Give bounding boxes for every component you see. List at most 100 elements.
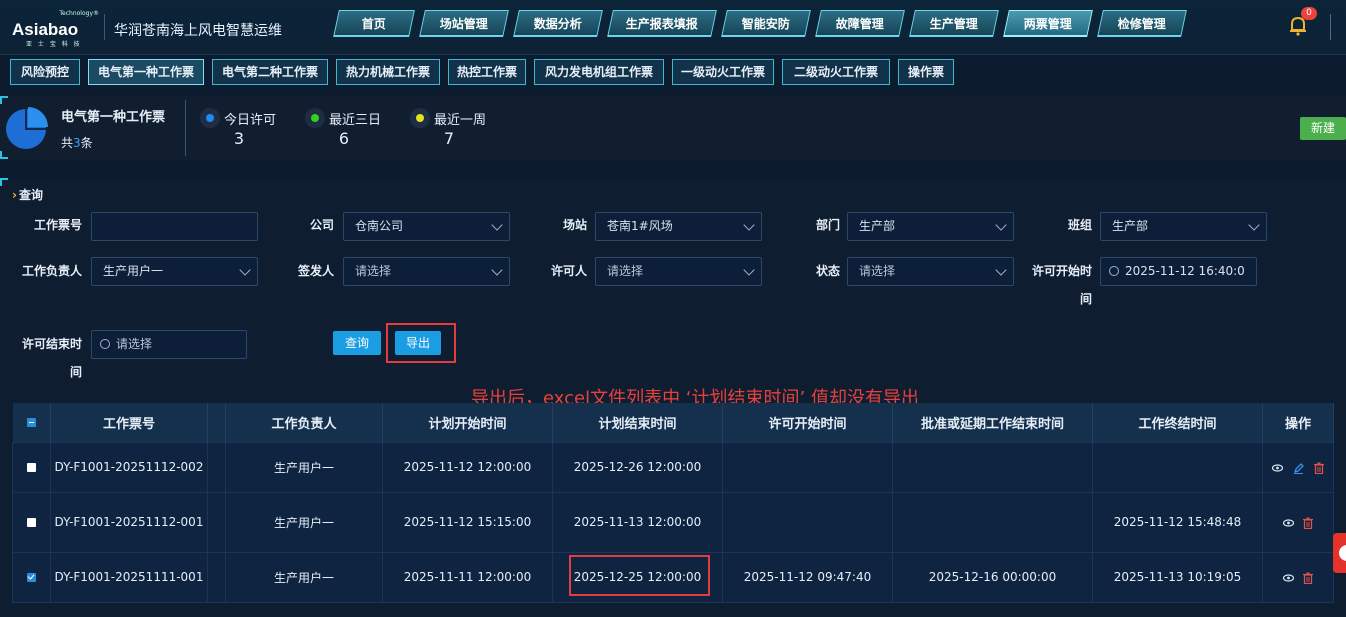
status-label: 状态 (815, 264, 840, 278)
select-all-cell[interactable] (12, 403, 51, 442)
tab-risk-control[interactable]: 风险预控 (10, 59, 80, 85)
plan-end-cell: 2025-12-26 12:00:00 (552, 441, 723, 493)
ticket-no-cell: DY-F1001-20251111-001 (50, 551, 208, 603)
status-select[interactable]: 请选择 (847, 257, 1014, 286)
department-label: 部门 (815, 218, 840, 232)
clock-icon (100, 339, 110, 349)
nav-label: 场站管理 (439, 17, 488, 31)
tab-wind-turbine[interactable]: 风力发电机组工作票 (534, 59, 664, 85)
nav-label: 生产报表填报 (625, 17, 698, 31)
chevron-down-icon (491, 219, 503, 231)
row-select-cell[interactable] (12, 441, 51, 493)
header-right-divider (1330, 14, 1346, 40)
summary-divider (185, 100, 186, 156)
actions-cell (1262, 551, 1334, 603)
panel-corner (0, 96, 8, 104)
nav-label: 生产管理 (929, 17, 978, 31)
notification-badge: 0 (1301, 7, 1317, 20)
yellow-dot-icon (410, 108, 430, 128)
count-prefix: 共 (61, 136, 74, 150)
tab-electrical-second[interactable]: 电气第二种工作票 (212, 59, 328, 85)
nav-fault-management[interactable]: 故障管理 (815, 10, 905, 37)
tab-hotwork-level2[interactable]: 二级动火工作票 (782, 59, 890, 85)
new-button[interactable]: 新建 (1300, 117, 1346, 140)
system-name: 华润苍南海上风电智慧运维 (114, 23, 282, 39)
tab-hotwork-level1[interactable]: 一级动火工作票 (672, 59, 774, 85)
team-select[interactable]: 生产部 (1100, 212, 1267, 241)
nav-two-tickets[interactable]: 两票管理 (1003, 10, 1093, 37)
nav-label: 故障管理 (835, 17, 884, 31)
nav-home[interactable]: 首页 (333, 10, 415, 37)
nav-data-analysis[interactable]: 数据分析 (513, 10, 603, 37)
issuer-select[interactable]: 请选择 (343, 257, 510, 286)
ticket-no-cell: DY-F1001-20251112-001 (50, 491, 208, 553)
finish-time-cell: 2025-11-13 10:19:05 (1092, 551, 1263, 603)
row-select-cell[interactable] (12, 551, 51, 603)
nav-production-management[interactable]: 生产管理 (909, 10, 999, 37)
asiabao-logo: Technology® Asiabao 亚 士 宝 科 技 (8, 10, 103, 48)
department-select[interactable]: 生产部 (847, 212, 1014, 241)
permit-start-datetime[interactable]: 2025-11-12 16:40:0 (1100, 257, 1257, 286)
chevron-down-icon (1248, 219, 1260, 231)
nav-label: 检修管理 (1117, 17, 1166, 31)
eye-icon[interactable] (1282, 573, 1294, 582)
header-divider (104, 14, 105, 40)
tab-operation-ticket[interactable]: 操作票 (898, 59, 954, 85)
select-all-checkbox[interactable] (26, 417, 36, 427)
col-leader: 工作负责人 (225, 403, 383, 442)
row-checkbox-checked[interactable] (27, 573, 36, 582)
spacer-cell (207, 491, 226, 553)
company-select[interactable]: 仓南公司 (343, 212, 510, 241)
col-plan-end: 计划结束时间 (552, 403, 723, 442)
permit-end-datetime[interactable]: 请选择 (91, 330, 247, 359)
nav-station-management[interactable]: 场站管理 (419, 10, 509, 37)
panel-corner (0, 151, 8, 159)
permitter-select[interactable]: 请选择 (595, 257, 762, 286)
leader-select[interactable]: 生产用户一 (91, 257, 258, 286)
issuer-label: 签发人 (297, 264, 334, 278)
tab-electrical-first[interactable]: 电气第一种工作票 (88, 59, 204, 85)
row-checkbox[interactable] (27, 518, 36, 527)
team-value: 生产部 (1112, 219, 1149, 233)
plan-start-cell: 2025-11-12 15:15:00 (382, 491, 553, 553)
table-row: DY-F1001-20251112-001 生产用户一 2025-11-12 1… (12, 491, 1334, 553)
department-value: 生产部 (859, 219, 896, 233)
stat-label: 最近三日 (329, 113, 382, 128)
station-value: 苍南1#风场 (607, 219, 673, 233)
row-checkbox[interactable] (27, 463, 36, 472)
station-select[interactable]: 苍南1#风场 (595, 212, 762, 241)
leader-label: 工作负责人 (21, 264, 82, 278)
eye-icon[interactable] (1272, 463, 1284, 472)
chevron-right-icon: › (12, 188, 17, 202)
actions-cell (1262, 491, 1334, 553)
green-dot-icon (305, 108, 325, 128)
permit-start-cell: 2025-11-12 09:47:40 (722, 551, 893, 603)
stat-value: 3 (233, 129, 245, 148)
nav-maintenance[interactable]: 检修管理 (1097, 10, 1187, 37)
blue-dot-icon (200, 108, 220, 128)
plan-start-cell: 2025-11-11 12:00:00 (382, 551, 553, 603)
nav-label: 两票管理 (1023, 17, 1072, 31)
eye-icon[interactable] (1282, 518, 1294, 527)
finish-time-cell (1092, 441, 1263, 493)
permit-start-label-line1: 许可开始时 (1031, 264, 1092, 278)
pie-chart-icon (6, 107, 48, 149)
search-button[interactable]: 查询 (333, 331, 381, 355)
nav-smart-security[interactable]: 智能安防 (721, 10, 811, 37)
nav-label: 首页 (361, 17, 386, 31)
circle-icon (1339, 545, 1346, 561)
side-float-tab[interactable] (1333, 533, 1346, 573)
plan-end-highlight-box (569, 555, 710, 596)
col-ticket-no: 工作票号 (50, 403, 208, 442)
delete-icon[interactable] (1303, 517, 1314, 529)
ticket-no-input[interactable] (91, 212, 258, 241)
col-finish-time: 工作终结时间 (1092, 403, 1263, 442)
edit-icon[interactable] (1293, 462, 1304, 474)
nav-production-report[interactable]: 生产报表填报 (607, 10, 717, 37)
tab-thermal-control[interactable]: 热控工作票 (448, 59, 526, 85)
delete-icon[interactable] (1303, 572, 1314, 584)
tab-thermal-mechanical[interactable]: 热力机械工作票 (336, 59, 440, 85)
row-select-cell[interactable] (12, 491, 51, 553)
delete-icon[interactable] (1313, 462, 1324, 474)
ticket-no-label: 工作票号 (33, 218, 82, 232)
